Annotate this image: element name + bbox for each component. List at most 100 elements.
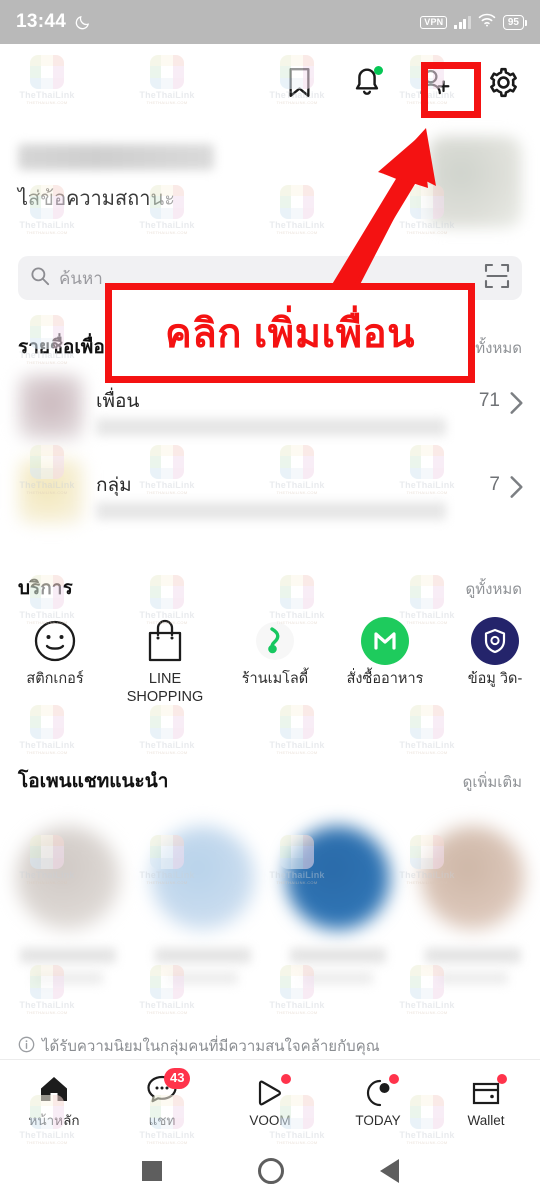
nav-item-wallet[interactable]: Wallet	[432, 1073, 540, 1128]
openchat-see-more-link[interactable]: ดูเพิ่มเติม	[463, 770, 522, 794]
openchat-avatar	[420, 826, 525, 930]
openchat-title-blur	[154, 948, 251, 963]
friends-section-title: รายชื่อเพื่อน	[18, 337, 118, 358]
openchat-card[interactable]	[135, 818, 270, 1018]
service-label: สติกเกอร์	[26, 671, 84, 687]
services-section-title: บริการ	[18, 578, 73, 599]
openchat-avatar	[150, 826, 255, 930]
openchat-title-blur	[19, 948, 116, 963]
today-icon	[324, 1073, 432, 1112]
crescent-moon-icon	[74, 14, 91, 31]
search-icon	[30, 266, 50, 291]
gear-icon[interactable]	[480, 59, 526, 105]
service-item-covid-info[interactable]: ข้อมู วิด-	[440, 612, 540, 688]
service-label: ข้อมู วิด-	[467, 671, 523, 687]
service-label: LINE SHOPPING	[126, 671, 204, 706]
openchat-note-text: ได้รับความนิยมในกลุ่มคนที่มีความสนใจคล้า…	[42, 1038, 380, 1055]
shield-covid-icon	[440, 612, 540, 670]
search-input[interactable]: ค้นหา	[18, 256, 522, 300]
groups-row-blur	[96, 502, 446, 520]
chat-badge: 43	[164, 1068, 191, 1089]
back-triangle-icon[interactable]	[379, 1158, 399, 1183]
service-label: ร้านเมโลดี้	[241, 671, 309, 687]
friends-row-label: เพื่อน	[96, 391, 140, 412]
search-placeholder: ค้นหา	[59, 268, 103, 288]
openchat-card-row	[0, 818, 540, 1018]
shopping-bag-icon	[110, 612, 220, 670]
status-bar-indicators: VPN 95	[420, 13, 528, 32]
openchat-avatar	[285, 826, 390, 930]
nav-label: VOOM	[249, 1112, 291, 1128]
openchat-card[interactable]	[270, 818, 405, 1018]
service-label: สั่งซื้ออาหาร	[346, 671, 424, 687]
profile-status-message[interactable]: ไส่ข้อความสถานะ	[18, 182, 175, 214]
friends-see-all-link[interactable]: ดูทั้งหมด	[466, 336, 522, 360]
services-section-header: บริการ ดูทั้งหมด	[18, 573, 522, 603]
bookmark-icon[interactable]	[276, 59, 322, 105]
vpn-badge: VPN	[420, 15, 448, 29]
service-item-sticker[interactable]: สติกเกอร์	[0, 612, 110, 688]
line-man-m-icon	[330, 612, 440, 670]
groups-row[interactable]: กลุ่ม 7	[0, 456, 540, 528]
openchat-card[interactable]	[0, 818, 135, 1018]
openchat-meta-blur	[167, 972, 238, 984]
openchat-title-blur	[424, 948, 521, 963]
wifi-icon	[478, 13, 496, 32]
wallet-icon	[432, 1073, 540, 1112]
service-item-line-shopping[interactable]: LINE SHOPPING	[110, 612, 220, 706]
groups-row-label: กลุ่ม	[96, 475, 132, 496]
openchat-meta-blur	[32, 972, 103, 984]
groups-row-count: 7	[489, 474, 500, 495]
nav-item-today[interactable]: TODAY	[324, 1073, 432, 1128]
openchat-title-blur	[289, 948, 386, 963]
bell-icon[interactable]	[344, 59, 390, 105]
openchat-note: ได้รับความนิยมในกลุ่มคนที่มีความสนใจคล้า…	[18, 1034, 380, 1058]
signal-bars-icon	[454, 15, 471, 29]
qr-scan-icon[interactable]	[484, 263, 510, 294]
home-circle-icon[interactable]	[257, 1157, 284, 1184]
openchat-section-title: โอเพนแชทแนะนำ	[18, 771, 169, 792]
avatar[interactable]	[428, 136, 522, 228]
openchat-meta-blur	[302, 972, 373, 984]
nav-item-chat[interactable]: 43 แชท	[108, 1068, 216, 1131]
nav-item-voom[interactable]: VOOM	[216, 1073, 324, 1128]
voom-dot	[281, 1073, 291, 1084]
nav-label: หน้าหลัก	[28, 1113, 80, 1128]
openchat-card[interactable]	[405, 818, 540, 1018]
profile-section[interactable]: ไส่ข้อความสถานะ	[0, 126, 540, 248]
openchat-section-header: โอเพนแชทแนะนำ ดูเพิ่มเติม	[18, 766, 522, 796]
nav-item-home[interactable]: หน้าหลัก	[0, 1070, 108, 1131]
nav-label: Wallet	[467, 1112, 505, 1128]
battery-indicator: 95	[502, 14, 528, 30]
wallet-dot	[497, 1073, 507, 1084]
service-item-melody[interactable]: ร้านเมโลดี้	[220, 612, 330, 688]
melody-note-icon	[220, 612, 330, 670]
today-dot	[389, 1073, 399, 1084]
friends-row-count: 71	[478, 390, 500, 411]
info-icon	[18, 1036, 35, 1057]
recents-square-icon[interactable]	[141, 1160, 162, 1181]
chevron-right-icon	[509, 391, 524, 420]
profile-name-blurred	[18, 144, 214, 170]
add-friend-icon[interactable]	[412, 59, 458, 105]
status-bar-time: 13:44	[16, 11, 67, 32]
friends-row-blur	[96, 418, 446, 436]
chat-bubble-icon: 43	[108, 1068, 216, 1108]
services-grid: สติกเกอร์ LINE SHOPPING ร้านเมโลดี้ สั่ง…	[0, 612, 540, 732]
smiley-face-icon	[0, 612, 110, 670]
service-item-food-delivery[interactable]: สั่งซื้ออาหาร	[330, 612, 440, 688]
openchat-meta-blur	[437, 972, 508, 984]
nav-label: TODAY	[355, 1112, 401, 1128]
home-icon	[0, 1070, 108, 1108]
openchat-avatar	[15, 826, 120, 930]
chevron-right-icon	[509, 475, 524, 504]
friends-row[interactable]: เพื่อน 71	[0, 372, 540, 444]
app-header	[0, 44, 540, 120]
status-bar: 13:44 VPN 95	[0, 0, 540, 44]
android-nav-bar	[0, 1141, 540, 1200]
bottom-nav: หน้าหลัก 43 แชท VOOM TODAY Wallet	[0, 1059, 540, 1141]
services-see-all-link[interactable]: ดูทั้งหมด	[466, 577, 522, 601]
search-bar-wrap[interactable]: ค้นหา	[18, 256, 522, 300]
phone-screen: TheThaiLink THETHAILINK.COM TheThaiLink THE…	[0, 0, 540, 1200]
notification-dot	[374, 66, 383, 75]
